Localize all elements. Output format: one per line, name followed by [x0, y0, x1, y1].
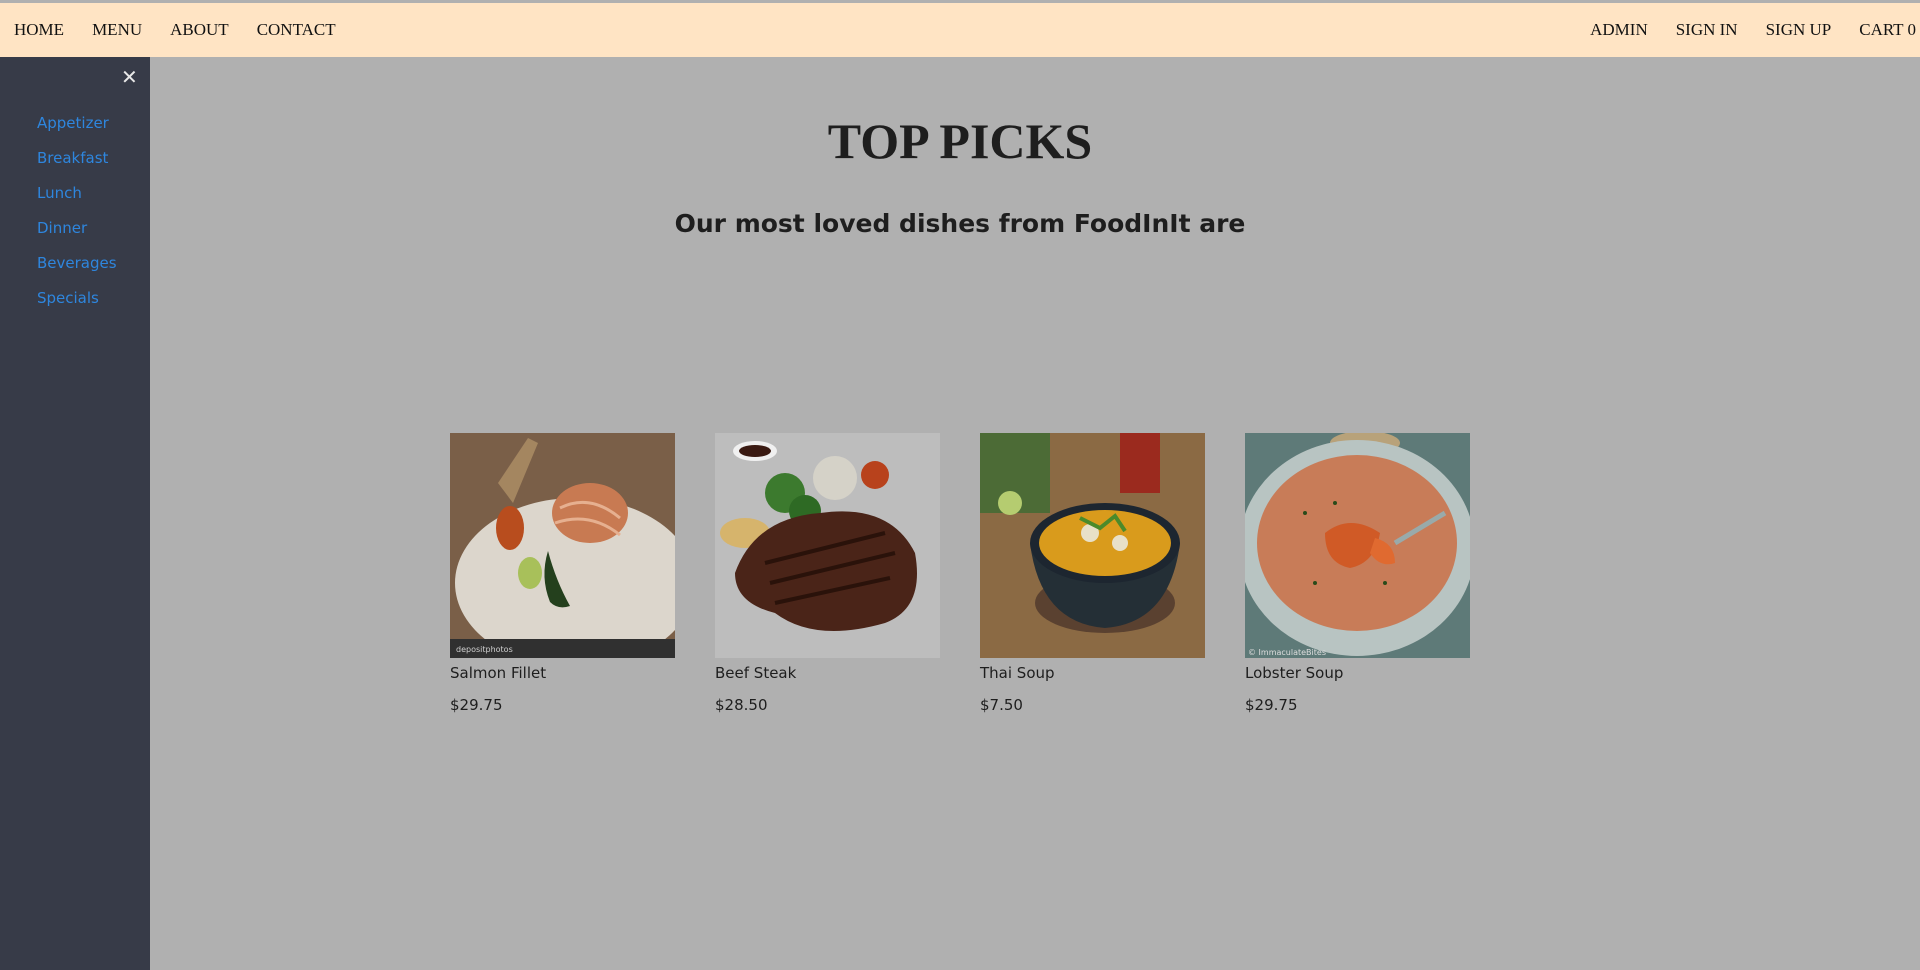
category-specials-link[interactable]: Specials — [37, 289, 99, 307]
dish-card[interactable]: Thai Soup $7.50 — [980, 433, 1205, 714]
nav-sign-up-link[interactable]: SIGN UP — [1766, 20, 1832, 40]
category-beverages-link[interactable]: Beverages — [37, 254, 117, 272]
page-subtitle: Our most loved dishes from FoodInIt are — [674, 209, 1246, 238]
category-list: Appetizer Breakfast Lunch Dinner Beverag… — [37, 113, 117, 323]
dish-name: Thai Soup — [980, 664, 1055, 682]
nav-home-link[interactable]: HOME — [14, 20, 64, 40]
category-appetizer-link[interactable]: Appetizer — [37, 114, 109, 132]
category-lunch-link[interactable]: Lunch — [37, 184, 82, 202]
svg-text:depositphotos: depositphotos — [456, 645, 513, 654]
main-content: TOP PICKS Our most loved dishes from Foo… — [150, 57, 1920, 970]
category-item: Specials — [37, 288, 117, 323]
nav-left-group: HOME MENU ABOUT CONTACT — [0, 20, 350, 40]
dish-card-list: depositphotos Salmon Fillet $29.75 Beef … — [450, 433, 1510, 714]
nav-menu-link[interactable]: MENU — [92, 20, 142, 40]
nav-right-group: ADMIN SIGN IN SIGN UP CART 0 — [1576, 20, 1920, 40]
nav-contact-link[interactable]: CONTACT — [257, 20, 336, 40]
thai-soup-image[interactable] — [980, 433, 1205, 658]
nav-about-link[interactable]: ABOUT — [170, 20, 229, 40]
category-sidebar: ✕ Appetizer Breakfast Lunch Dinner Bever… — [0, 57, 150, 970]
page-title: TOP PICKS — [827, 113, 1093, 169]
nav-cart-link[interactable]: CART 0 — [1859, 20, 1916, 40]
nav-admin-link[interactable]: ADMIN — [1590, 20, 1648, 40]
dish-price: $28.50 — [715, 696, 768, 714]
category-breakfast-link[interactable]: Breakfast — [37, 149, 108, 167]
category-item: Breakfast — [37, 148, 117, 183]
category-item: Appetizer — [37, 113, 117, 148]
salmon-fillet-image[interactable]: depositphotos — [450, 433, 675, 658]
beef-steak-image[interactable] — [715, 433, 940, 658]
category-dinner-link[interactable]: Dinner — [37, 219, 87, 237]
close-icon[interactable]: ✕ — [121, 65, 138, 89]
dish-price: $29.75 — [1245, 696, 1298, 714]
dish-price: $7.50 — [980, 696, 1023, 714]
top-navbar: HOME MENU ABOUT CONTACT ADMIN SIGN IN SI… — [0, 3, 1920, 57]
dish-card[interactable]: depositphotos Salmon Fillet $29.75 — [450, 433, 675, 714]
lobster-soup-image[interactable]: © ImmaculateBites — [1245, 433, 1470, 658]
category-item: Lunch — [37, 183, 117, 218]
nav-sign-in-link[interactable]: SIGN IN — [1676, 20, 1738, 40]
svg-text:© ImmaculateBites: © ImmaculateBites — [1248, 648, 1326, 657]
dish-card[interactable]: © ImmaculateBites Lobster Soup $29.75 — [1245, 433, 1470, 714]
dish-name: Lobster Soup — [1245, 664, 1344, 682]
category-item: Dinner — [37, 218, 117, 253]
dish-name: Beef Steak — [715, 664, 797, 682]
dish-name: Salmon Fillet — [450, 664, 547, 682]
dish-price: $29.75 — [450, 696, 503, 714]
dish-card[interactable]: Beef Steak $28.50 — [715, 433, 940, 714]
category-item: Beverages — [37, 253, 117, 288]
